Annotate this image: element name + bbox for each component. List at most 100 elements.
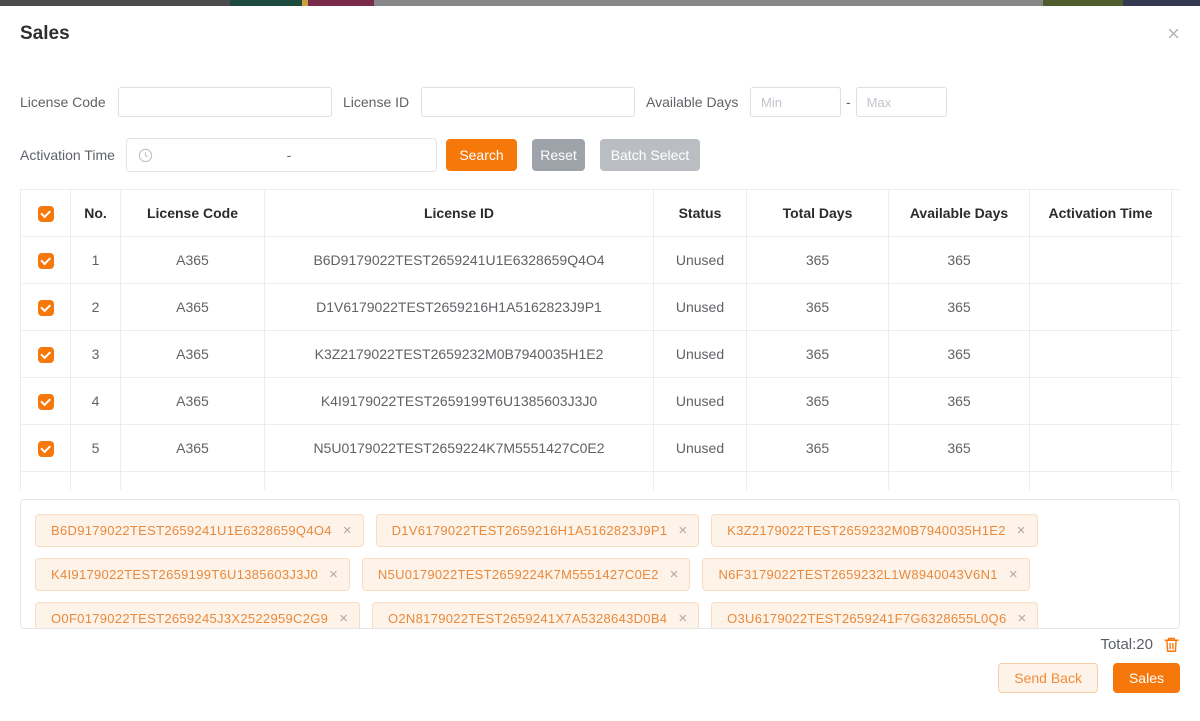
available-days-max-input[interactable] [856,87,947,117]
cell-no: 2 [71,284,121,331]
activation-time-label: Activation Time [20,147,126,163]
select-all-checkbox[interactable] [38,206,54,222]
table-header-row: No. License Code License ID Status Total… [21,190,1181,237]
tag-close-icon[interactable]: × [678,611,687,626]
cell-activation-time [1030,425,1172,472]
tag-close-icon[interactable]: × [339,611,348,626]
action-buttons: Send Back Sales [20,663,1180,693]
selected-license-tag: O2N8179022TEST2659241X7A5328643D0B4× [372,602,699,629]
selected-license-tag: O3U6179022TEST2659241F7G6328655L0Q6 × [711,602,1038,629]
row-checkbox[interactable] [38,300,54,316]
sales-modal: × Sales License Code License ID Availabl… [0,6,1200,693]
cell-status: Unused [654,331,747,378]
clock-icon [138,148,153,163]
license-id-input[interactable] [421,87,635,117]
empty-cell [21,472,71,491]
empty-cell [1030,472,1172,491]
row-checkbox[interactable] [38,394,54,410]
empty-cell [889,472,1030,491]
selected-license-tag: K3Z2179022TEST2659232M0B7940035H1E2× [711,514,1037,547]
header-activation-time: Activation Time [1030,190,1172,237]
cell-no: 1 [71,237,121,284]
selected-license-tag: D1V6179022TEST2659216H1A5162823J9P1 × [376,514,700,547]
cell-license-code: A365 [121,425,265,472]
cell-available-days: 365 [889,378,1030,425]
cell-available-days: 365 [889,425,1030,472]
cell-status: Unused [654,425,747,472]
cell-available-days: 365 [889,237,1030,284]
row-checkbox-cell [21,425,71,472]
gutter-cell [1172,425,1181,472]
send-back-button[interactable]: Send Back [998,663,1098,693]
selected-tags-box: B6D9179022TEST2659241U1E6328659Q4O4× D1V6… [20,499,1180,629]
tag-label: N6F3179022TEST2659232L1W8940043V6N1 [718,567,997,582]
tag-close-icon[interactable]: × [670,567,679,582]
cell-license-id: N5U0179022TEST2659224K7M5551427C0E2 [265,425,654,472]
cell-status: Unused [654,237,747,284]
cell-license-id: K4I9179022TEST2659199T6U1385603J3J0 [265,378,654,425]
table-row: 3A365K3Z2179022TEST2659232M0B7940035H1E2… [21,331,1181,378]
license-table-body: 1A365B6D9179022TEST2659241U1E6328659Q4O4… [21,237,1181,491]
tag-close-icon[interactable]: × [1009,567,1018,582]
sales-button[interactable]: Sales [1113,663,1180,693]
tag-close-icon[interactable]: × [1017,523,1026,538]
tag-close-icon[interactable]: × [678,523,687,538]
filter-row-1: License Code License ID Available Days - [20,87,1180,117]
gutter-cell [1172,284,1181,331]
cell-status: Unused [654,378,747,425]
row-checkbox[interactable] [38,441,54,457]
empty-cell [747,472,889,491]
header-no: No. [71,190,121,237]
header-status: Status [654,190,747,237]
tag-close-icon[interactable]: × [1017,611,1026,626]
tag-label: D1V6179022TEST2659216H1A5162823J9P1 [392,523,668,538]
batch-select-button[interactable]: Batch Select [600,139,700,171]
activation-time-range-picker[interactable]: - [126,138,437,172]
license-code-label: License Code [20,94,118,110]
cell-no: 5 [71,425,121,472]
tag-label: O0F0179022TEST2659245J3X2522959C2G9 [51,611,328,626]
empty-cell [71,472,121,491]
cell-activation-time [1030,378,1172,425]
row-checkbox-cell [21,331,71,378]
empty-cell [1172,472,1181,491]
cell-license-code: A365 [121,284,265,331]
cell-total-days: 365 [747,237,889,284]
cell-license-id: D1V6179022TEST2659216H1A5162823J9P1 [265,284,654,331]
tag-label: O3U6179022TEST2659241F7G6328655L0Q6 [727,611,1006,626]
selected-license-tag: O0F0179022TEST2659245J3X2522959C2G9 × [35,602,360,629]
selected-license-tag: B6D9179022TEST2659241U1E6328659Q4O4× [35,514,364,547]
reset-button[interactable]: Reset [532,139,585,171]
table-row: 2A365D1V6179022TEST2659216H1A5162823J9P1… [21,284,1181,331]
row-checkbox-cell [21,237,71,284]
cell-license-code: A365 [121,378,265,425]
cell-total-days: 365 [747,331,889,378]
available-days-label: Available Days [646,94,750,110]
gutter-cell [1172,331,1181,378]
close-icon[interactable]: × [1167,23,1180,45]
search-button[interactable]: Search [446,139,517,171]
total-row: Total:20 [20,636,1180,653]
cell-license-id: B6D9179022TEST2659241U1E6328659Q4O4 [265,237,654,284]
cell-available-days: 365 [889,284,1030,331]
tag-close-icon[interactable]: × [343,523,352,538]
selected-license-tag: K4I9179022TEST2659199T6U1385603J3J0× [35,558,350,591]
cell-activation-time [1030,237,1172,284]
tag-label: N5U0179022TEST2659224K7M5551427C0E2 [378,567,659,582]
filter-row-2: Activation Time - Search Reset Batch Sel… [20,138,1180,172]
selected-license-tag: N6F3179022TEST2659232L1W8940043V6N1 × [702,558,1029,591]
row-checkbox-cell [21,378,71,425]
table-row-partial [21,472,1181,491]
cell-activation-time [1030,331,1172,378]
table-row: 4A365K4I9179022TEST2659199T6U1385603J3J0… [21,378,1181,425]
tag-close-icon[interactable]: × [329,567,338,582]
available-days-min-input[interactable] [750,87,841,117]
total-count: Total:20 [1100,636,1153,653]
row-checkbox[interactable] [38,253,54,269]
license-code-input[interactable] [118,87,332,117]
empty-cell [265,472,654,491]
clear-all-button[interactable] [1163,636,1180,653]
cell-license-code: A365 [121,331,265,378]
empty-cell [654,472,747,491]
row-checkbox[interactable] [38,347,54,363]
